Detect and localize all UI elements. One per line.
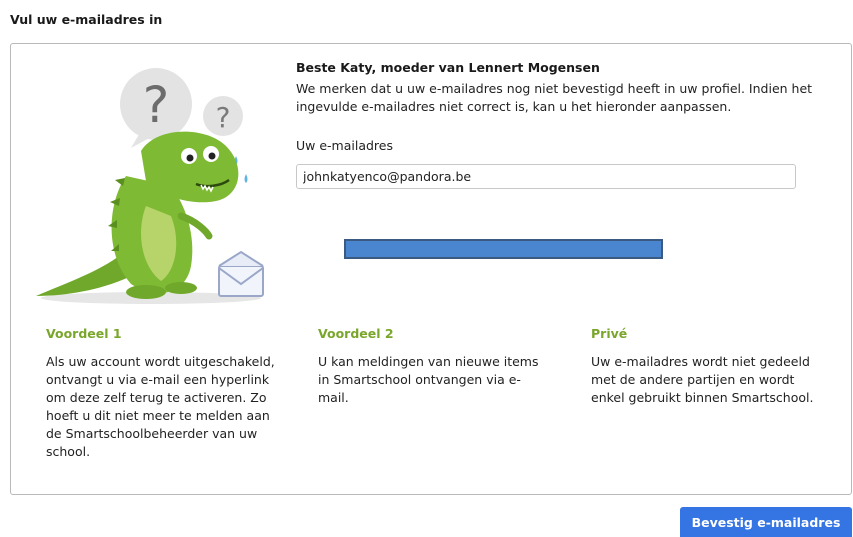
- confirm-email-button[interactable]: Bevestig e-mailadres: [680, 507, 852, 537]
- greeting-block: Beste Katy, moeder van Lennert Mogensen …: [296, 60, 841, 116]
- redaction-bar: [344, 239, 663, 259]
- benefit-2-title: Voordeel 2: [318, 326, 394, 341]
- email-confirmation-panel: ? ? Beste Katy, moeder van Lennert Mogen…: [10, 43, 852, 495]
- benefit-privacy-title: Privé: [591, 326, 628, 341]
- svg-text:?: ?: [143, 76, 170, 134]
- email-label: Uw e-mailadres: [296, 138, 393, 153]
- benefit-2: Voordeel 2 U kan meldingen van nieuwe it…: [318, 326, 548, 407]
- svg-text:?: ?: [216, 101, 231, 134]
- page-title: Vul uw e-mailadres in: [10, 12, 163, 27]
- benefit-2-text: U kan meldingen van nieuwe items in Smar…: [318, 354, 539, 405]
- benefit-privacy-text: Uw e-mailadres wordt niet gedeeld met de…: [591, 354, 814, 405]
- benefit-1-title: Voordeel 1: [46, 326, 122, 341]
- greeting-title: Beste Katy, moeder van Lennert Mogensen: [296, 60, 600, 75]
- envelope-icon: [218, 250, 264, 297]
- email-field[interactable]: [296, 164, 796, 189]
- confused-dinosaur-illustration: ? ?: [36, 68, 264, 304]
- benefit-1: Voordeel 1 Als uw account wordt uitgesch…: [46, 326, 276, 461]
- benefit-1-text: Als uw account wordt uitgeschakeld, ontv…: [46, 354, 275, 459]
- greeting-message: We merken dat u uw e-mailadres nog niet …: [296, 81, 813, 114]
- benefit-privacy: Privé Uw e-mailadres wordt niet gedeeld …: [591, 326, 821, 407]
